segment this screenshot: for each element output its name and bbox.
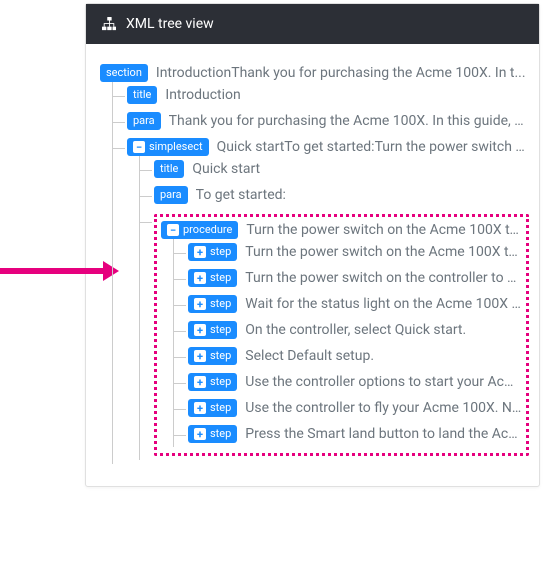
node-text: Wait for the status light on the Acme 10… (245, 296, 522, 312)
tree-node-procedure[interactable]: − procedure Turn the power switch on the… (161, 221, 522, 239)
node-text: Select Default setup. (245, 348, 522, 364)
tree-node-step[interactable]: +step Turn the power switch on the Acme 1… (188, 239, 522, 265)
node-text: Introduction (165, 87, 529, 103)
tree-node-step[interactable]: +step Wait for the status light on the Ac… (188, 291, 522, 317)
tag-step[interactable]: +step (188, 425, 237, 443)
expand-icon[interactable]: + (194, 246, 206, 258)
tag-para: para (154, 186, 188, 204)
xml-tree-panel: XML tree view section IntroductionThank … (85, 3, 540, 487)
node-text: On the controller, select Quick start. (245, 322, 522, 338)
panel-title: XML tree view (126, 16, 214, 32)
tree-node-simplesect[interactable]: − simplesect Quick startTo get started:T… (127, 134, 529, 464)
node-text: Quick startTo get started:Turn the power… (217, 139, 529, 155)
node-text: To get started: (196, 187, 529, 203)
tag-step[interactable]: +step (188, 269, 237, 287)
node-text: IntroductionThank you for purchasing the… (156, 65, 529, 81)
tree-node-step[interactable]: +step Turn the power switch on the contro… (188, 265, 522, 291)
tag-step[interactable]: +step (188, 373, 237, 391)
sitemap-icon (102, 17, 116, 31)
node-text: Turn the power switch on the Acme 100X t… (246, 222, 522, 238)
tree-node-title[interactable]: title Quick start (154, 156, 529, 182)
tree-node-para[interactable]: para To get started: (154, 182, 529, 208)
node-text: Press the Smart land button to land the … (245, 426, 522, 442)
expand-icon[interactable]: + (194, 402, 206, 414)
collapse-icon[interactable]: − (167, 224, 179, 236)
node-text: Use the controller to fly your Acme 100X… (245, 400, 522, 416)
tag-step[interactable]: +step (188, 295, 237, 313)
node-text: Quick start (192, 161, 529, 177)
tag-step[interactable]: +step (188, 399, 237, 417)
expand-icon[interactable]: + (194, 272, 206, 284)
expand-icon[interactable]: + (194, 298, 206, 310)
tag-step[interactable]: +step (188, 321, 237, 339)
collapse-icon[interactable]: − (133, 141, 145, 153)
node-text: Thank you for purchasing the Acme 100X. … (169, 113, 529, 129)
panel-body: section IntroductionThank you for purcha… (86, 44, 539, 486)
tree-node-step[interactable]: +step Press the Smart land button to land… (188, 421, 522, 447)
tag-title: title (127, 86, 157, 104)
xml-tree: section IntroductionThank you for purcha… (100, 60, 529, 468)
tag-section: section (100, 64, 148, 82)
highlight-box: − procedure Turn the power switch on the… (154, 214, 529, 456)
node-text: Turn the power switch on the Acme 100X t… (245, 244, 522, 260)
tag-step[interactable]: +step (188, 347, 237, 365)
panel-header: XML tree view (86, 4, 539, 44)
tree-node-title[interactable]: title Introduction (127, 82, 529, 108)
node-text: Turn the power switch on the controller … (245, 270, 522, 286)
tree-node-step[interactable]: +step Select Default setup. (188, 343, 522, 369)
tag-simplesect[interactable]: − simplesect (127, 138, 209, 156)
tree-node-para[interactable]: para Thank you for purchasing the Acme 1… (127, 108, 529, 134)
tag-para: para (127, 112, 161, 130)
tree-node-step[interactable]: +step Use the controller options to start… (188, 369, 522, 395)
tag-step[interactable]: +step (188, 243, 237, 261)
node-text: Use the controller options to start your… (245, 374, 522, 390)
tree-node-step[interactable]: +step On the controller, select Quick sta… (188, 317, 522, 343)
tree-node-step[interactable]: +step Use the controller to fly your Acme… (188, 395, 522, 421)
expand-icon[interactable]: + (194, 350, 206, 362)
expand-icon[interactable]: + (194, 324, 206, 336)
tree-node-section[interactable]: section IntroductionThank you for purcha… (100, 60, 529, 468)
tree-node-procedure-wrapper: − procedure Turn the power switch on the… (154, 208, 529, 460)
expand-icon[interactable]: + (194, 376, 206, 388)
tag-title: title (154, 160, 184, 178)
tag-procedure[interactable]: − procedure (161, 221, 238, 239)
expand-icon[interactable]: + (194, 428, 206, 440)
